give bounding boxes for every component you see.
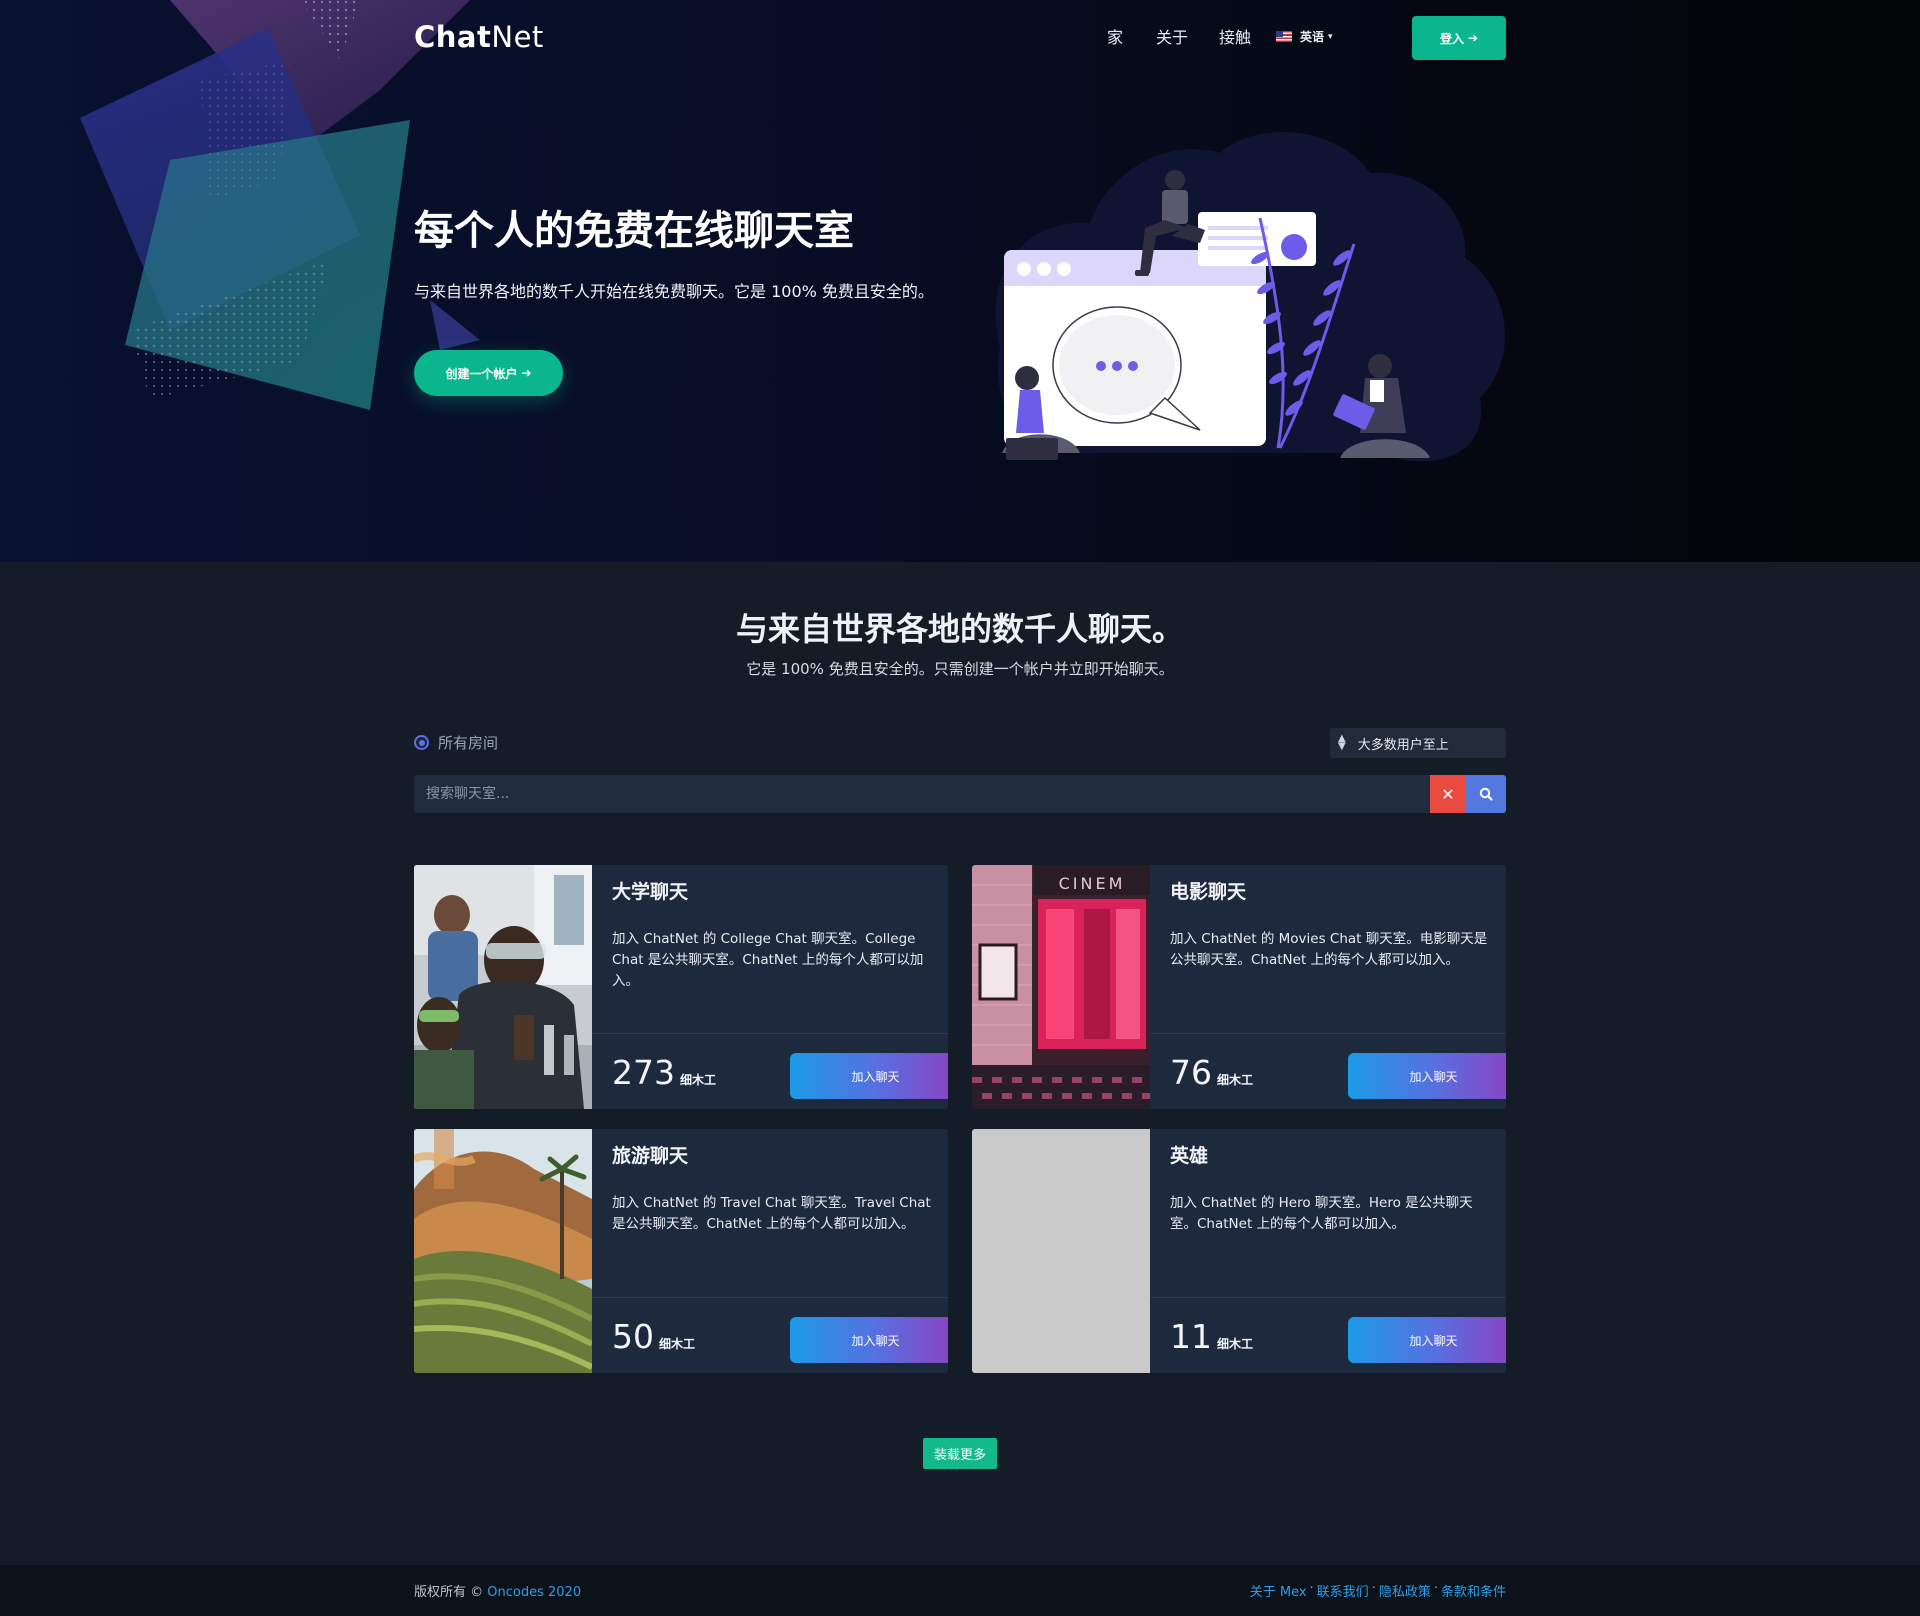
login-button[interactable]: 登入 ➔ [1412,16,1506,60]
room-image-college [414,865,592,1109]
count-number: 273 [612,1053,675,1092]
room-description: 加入 ChatNet 的 Movies Chat 聊天室。电影聊天是公共聊天室。… [1170,931,1488,968]
room-description: 加入 ChatNet 的 Travel Chat 聊天室。Travel Chat… [612,1195,931,1232]
room-member-count: 76 细木工 [1170,1053,1253,1092]
join-chat-button[interactable]: 加入聊天 [1348,1317,1506,1363]
us-flag-icon [1276,31,1292,42]
hero-subtitle: 与来自世界各地的数千人开始在线免费聊天。它是 100% 免费且安全的。 [414,282,934,301]
close-icon: ✕ [1441,784,1455,804]
join-chat-button[interactable]: 加入聊天 [1348,1053,1506,1099]
room-title: 旅游聊天 [612,1145,689,1167]
count-unit: 细木工 [1217,1337,1254,1351]
room-description: 加入 ChatNet 的 Hero 聊天室。Hero 是公共聊天室。ChatNe… [1170,1195,1473,1232]
count-number: 11 [1170,1317,1212,1356]
copyright: 版权所有 © Oncodes 2020 [414,1581,581,1600]
room-member-count: 50 细木工 [612,1317,695,1356]
sort-arrows-icon: ▲ ▼ [1338,733,1346,752]
rooms-title: 与来自世界各地的数千人聊天。 [735,610,1184,648]
room-card: 英雄 加入 ChatNet 的 Hero 聊天室。Hero 是公共聊天室。Cha… [972,1129,1506,1373]
arrow-right-icon: ➔ [1467,31,1479,45]
sort-select[interactable]: ▲ ▼ 大多数用户至上 [1330,728,1506,758]
count-number: 50 [612,1317,654,1356]
radio-selected-icon [414,735,429,750]
filter-all-rooms-label: 所有房间 [438,734,499,752]
rooms-section: 与来自世界各地的数千人聊天。 它是 100% 免费且安全的。只需创建一个帐户并立… [0,562,1920,1565]
brand-name-bold: Chat [414,20,492,54]
room-member-count: 11 细木工 [1170,1317,1253,1356]
room-member-count: 273 细木工 [612,1053,716,1092]
nav-home[interactable]: 家 [1107,24,1123,48]
hero-section: ChatNet 家 关于 接触 英语 ▾ 登入 ➔ 每个人的免费在线聊天室 与来… [0,0,1920,562]
room-card: 旅游聊天 加入 ChatNet 的 Travel Chat 聊天室。Travel… [414,1129,948,1373]
room-title: 电影聊天 [1170,881,1247,903]
svg-text:CINEM: CINEM [1059,874,1126,893]
company-link[interactable]: Oncodes 2020 [487,1585,581,1600]
room-image-travel [414,1129,592,1373]
nav-contact[interactable]: 接触 [1219,24,1251,48]
create-account-button[interactable]: 创建一个帐户 ➔ [414,350,563,396]
footer-link-contact[interactable]: 联系我们 [1317,1581,1369,1600]
join-chat-button[interactable]: 加入聊天 [790,1317,948,1363]
room-description: 加入 ChatNet 的 College Chat 聊天室。College Ch… [612,931,924,989]
brand-name-light: Net [491,20,544,54]
language-selector[interactable]: 英语 ▾ [1276,28,1333,45]
room-title: 大学聊天 [612,881,689,903]
brand-logo[interactable]: ChatNet [414,20,544,54]
separator: · [1433,1581,1438,1596]
room-card: CINEM 电影聊天 加入 ChatNet 的 Movies Chat 聊天室。… [972,865,1506,1109]
footer-link-privacy[interactable]: 隐私政策 [1379,1581,1431,1600]
separator: · [1371,1581,1376,1596]
separator: · [1309,1581,1314,1596]
card-divider [592,1297,948,1298]
footer: 版权所有 © Oncodes 2020 关于 Mex · 联系我们 · 隐私政策… [0,1565,1920,1616]
card-divider [592,1033,948,1034]
card-divider [1150,1033,1506,1034]
nav-about[interactable]: 关于 [1156,24,1188,48]
language-label: 英语 [1300,30,1325,44]
login-label: 登入 [1439,31,1464,46]
chat-illustration [995,131,1506,462]
count-unit: 细木工 [659,1337,696,1351]
search-input[interactable] [414,775,1430,813]
copyright-text: 版权所有 © [414,1585,484,1600]
footer-link-about[interactable]: 关于 Mex [1250,1581,1307,1600]
rooms-subtitle: 它是 100% 免费且安全的。只需创建一个帐户并立即开始聊天。 [746,660,1174,678]
room-image-placeholder [972,1129,1150,1373]
room-title: 英雄 [1170,1145,1209,1167]
sort-label: 大多数用户至上 [1357,737,1449,753]
join-chat-button[interactable]: 加入聊天 [790,1053,948,1099]
footer-link-terms[interactable]: 条款和条件 [1441,1581,1506,1600]
card-divider [1150,1297,1506,1298]
clear-search-button[interactable]: ✕ [1430,775,1466,813]
count-unit: 细木工 [680,1073,717,1087]
arrow-right-icon: ➔ [521,366,532,380]
count-number: 76 [1170,1053,1212,1092]
create-account-label: 创建一个帐户 [445,366,518,381]
room-card: 大学聊天 加入 ChatNet 的 College Chat 聊天室。Colle… [414,865,948,1109]
search-button[interactable] [1466,775,1506,813]
count-unit: 细木工 [1217,1073,1254,1087]
filter-all-rooms-radio[interactable]: 所有房间 [414,732,498,753]
load-more-button[interactable]: 装载更多 [923,1438,997,1469]
room-image-movies: CINEM [972,865,1150,1109]
hero-title: 每个人的免费在线聊天室 [414,208,854,254]
footer-links: 关于 Mex · 联系我们 · 隐私政策 · 条款和条件 [1250,1581,1506,1600]
caret-down-icon: ▾ [1328,31,1333,42]
search-icon [1479,787,1493,801]
search-bar: ✕ [414,775,1506,813]
